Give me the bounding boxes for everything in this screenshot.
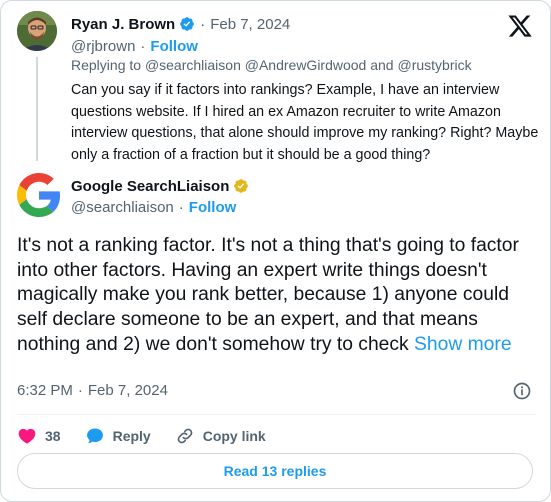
follow-button[interactable]: Follow bbox=[150, 38, 198, 55]
heart-icon bbox=[18, 428, 36, 444]
reply-handle-row: @rjbrown · Follow bbox=[71, 36, 198, 56]
thread-connector-line bbox=[36, 57, 38, 161]
show-more-link[interactable]: Show more bbox=[414, 334, 512, 355]
author-handle[interactable]: @rjbrown bbox=[71, 38, 135, 55]
main-tweet-text: It's not a ranking factor. It's not a th… bbox=[17, 234, 542, 358]
x-logo-icon[interactable] bbox=[507, 13, 533, 39]
divider bbox=[17, 414, 536, 415]
avatar-photo-icon bbox=[17, 11, 57, 51]
reply-date[interactable]: Feb 7, 2024 bbox=[210, 16, 290, 33]
follow-button[interactable]: Follow bbox=[189, 199, 237, 216]
separator-dot: · bbox=[200, 15, 206, 33]
timestamp-row[interactable]: 6:32 PM · Feb 7, 2024 bbox=[17, 382, 168, 399]
read-replies-button[interactable]: Read 13 replies bbox=[17, 453, 533, 489]
main-author-row: Google SearchLiaison bbox=[71, 176, 249, 196]
reply-author-row: Ryan J. Brown · Feb 7, 2024 bbox=[71, 14, 290, 34]
author-name[interactable]: Ryan J. Brown bbox=[71, 16, 175, 33]
tweet-time[interactable]: 6:32 PM bbox=[17, 382, 73, 399]
author-name[interactable]: Google SearchLiaison bbox=[71, 178, 229, 195]
author-handle[interactable]: @searchliaison bbox=[71, 199, 174, 216]
action-bar: 38 Reply Copy link bbox=[17, 424, 266, 448]
tweet-embed-card: Ryan J. Brown · Feb 7, 2024 @rjbrown · F… bbox=[0, 0, 551, 502]
google-logo-icon[interactable] bbox=[17, 173, 61, 217]
reply-button[interactable]: Reply bbox=[85, 426, 151, 446]
tweet-date[interactable]: Feb 7, 2024 bbox=[88, 382, 168, 399]
avatar[interactable] bbox=[17, 11, 57, 51]
like-button[interactable]: 38 bbox=[17, 426, 61, 446]
main-handle-row: @searchliaison · Follow bbox=[71, 197, 236, 217]
replying-mentions[interactable]: @searchliaison @AndrewGirdwood and @rust… bbox=[145, 57, 472, 73]
reply-label: Reply bbox=[112, 428, 151, 444]
link-icon bbox=[177, 428, 193, 444]
replying-to-line: Replying to @searchliaison @AndrewGirdwo… bbox=[71, 57, 472, 73]
speech-bubble-icon bbox=[86, 428, 103, 444]
replying-prefix: Replying to bbox=[71, 57, 142, 73]
verified-badge-icon bbox=[180, 17, 195, 31]
copy-link-button[interactable]: Copy link bbox=[175, 426, 266, 446]
info-icon[interactable] bbox=[512, 381, 532, 401]
like-count: 38 bbox=[45, 428, 61, 444]
separator-dot: · bbox=[178, 198, 184, 216]
separator-dot: · bbox=[140, 37, 146, 55]
verified-badge-icon bbox=[234, 179, 249, 193]
reply-tweet-text: Can you say if it factors into rankings?… bbox=[71, 82, 539, 163]
separator-dot: · bbox=[77, 382, 83, 399]
copy-link-label: Copy link bbox=[202, 428, 266, 444]
